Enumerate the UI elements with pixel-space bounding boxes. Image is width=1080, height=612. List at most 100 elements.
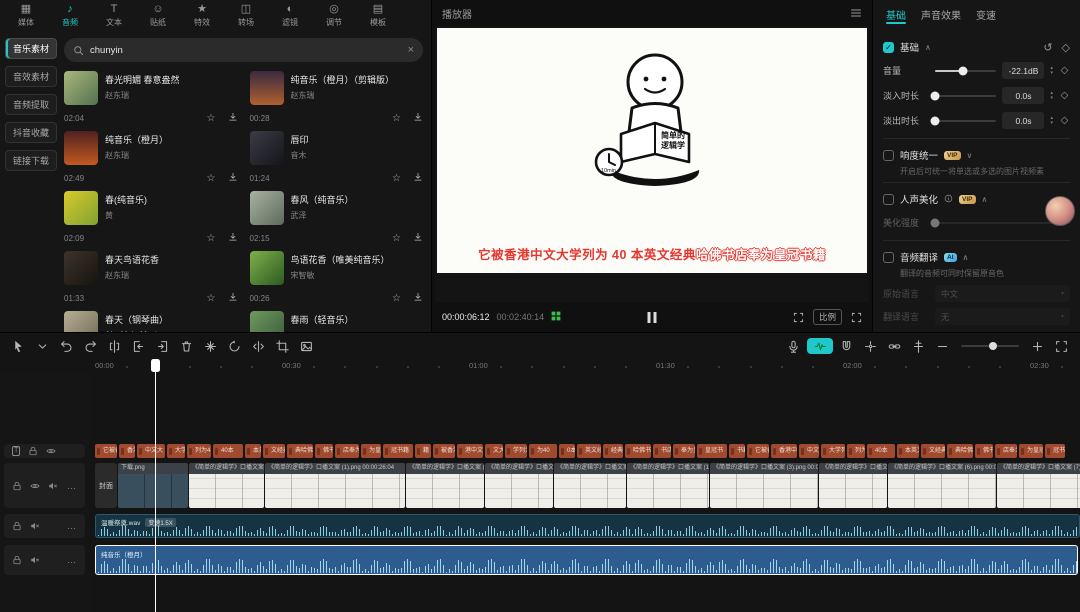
select-caret-icon[interactable] — [32, 336, 53, 356]
subtitle-clip[interactable]: 本英文 — [897, 444, 919, 458]
more-icon[interactable]: … — [67, 521, 77, 531]
mute-icon[interactable] — [48, 481, 58, 491]
fade-in-value[interactable]: 0.0s — [1002, 87, 1044, 104]
preview-axis-icon[interactable] — [908, 336, 929, 356]
subtitle-clip[interactable]: 典哈佛 — [287, 444, 313, 458]
download-icon[interactable] — [228, 172, 238, 185]
audio-visualize-icon[interactable] — [807, 338, 833, 354]
top-tab-adjust[interactable]: ◎ 调节 — [312, 0, 356, 30]
subtitle-clip[interactable]: 店奉为 — [995, 444, 1017, 458]
subtitle-clip[interactable]: 香港中 — [771, 444, 797, 458]
delete-right-icon[interactable] — [152, 336, 173, 356]
record-voiceover-icon[interactable] — [783, 336, 804, 356]
text-track-header[interactable]: T — [4, 444, 85, 458]
timeline-zoom-slider[interactable] — [961, 345, 1019, 347]
eye-icon[interactable] — [30, 481, 40, 491]
subtitle-clip[interactable]: 列为4 — [847, 444, 865, 458]
subtitle-clip[interactable]: 文经典 — [921, 444, 945, 458]
subtitle-clip[interactable]: 文经典 — [263, 444, 285, 458]
fit-timeline-icon[interactable] — [1051, 336, 1072, 356]
subtitle-clip[interactable]: 学列为 — [505, 444, 527, 458]
top-tab-effects[interactable]: ★ 特效 — [180, 0, 224, 30]
clear-search-icon[interactable]: × — [408, 44, 414, 56]
audio-track-header[interactable]: … — [4, 514, 85, 538]
lock-icon[interactable] — [12, 555, 22, 565]
top-tab-media[interactable]: ▦ 媒体 — [4, 0, 48, 30]
music-item[interactable]: 春雨（轻音乐） ☆ — [250, 311, 424, 332]
delete-left-icon[interactable] — [128, 336, 149, 356]
subtitle-clip[interactable]: 中文大 — [799, 444, 819, 458]
sidebar-item[interactable]: 音效素材 — [5, 66, 57, 87]
select-tool-icon[interactable] — [8, 336, 29, 356]
subtitle-clip[interactable]: 为40 — [529, 444, 557, 458]
mirror-icon[interactable] — [248, 336, 269, 356]
music-item[interactable]: 春风（纯音乐） 武泽 02:15 ☆ — [250, 191, 424, 245]
music-item[interactable]: 春天鸟语花香 赵东瑞 01:33 ☆ — [64, 251, 238, 305]
fullscreen-icon[interactable] — [851, 312, 862, 323]
subtitle-clip[interactable]: 冠书籍 — [1045, 444, 1065, 458]
user-avatar[interactable] — [1045, 196, 1075, 226]
subtitle-clip[interactable]: 本英文 — [245, 444, 261, 458]
subtitle-clip[interactable]: 大学列 — [167, 444, 185, 458]
redo-icon[interactable] — [80, 336, 101, 356]
volume-value[interactable]: -22.1dB — [1002, 62, 1044, 79]
reverse-icon[interactable] — [224, 336, 245, 356]
fade-out-slider[interactable] — [935, 120, 996, 122]
player-menu-icon[interactable] — [850, 7, 862, 19]
eye-icon[interactable] — [46, 446, 56, 456]
translate-checkbox[interactable] — [883, 252, 894, 263]
subtitle-clip[interactable]: 文大学 — [485, 444, 503, 458]
fade-in-keyframe-icon[interactable]: ◇ — [1059, 90, 1070, 101]
top-tab-template[interactable]: ▤ 模板 — [356, 0, 400, 30]
favorite-icon[interactable]: ☆ — [207, 294, 216, 304]
download-icon[interactable] — [228, 292, 238, 305]
favorite-icon[interactable]: ☆ — [392, 234, 401, 244]
ratio-button[interactable]: 比例 — [813, 309, 842, 325]
main-track-magnet-icon[interactable] — [836, 336, 857, 356]
subtitle-clip[interactable]: 经典哈 — [603, 444, 623, 458]
search-input[interactable]: chunyin × — [64, 38, 423, 62]
subtitle-clip[interactable]: 港中文 — [457, 444, 483, 458]
timeline-ruler[interactable]: 00:0000:3001:0001:3002:0002:30 — [90, 359, 1080, 373]
video-clip[interactable]: 下载.png — [118, 463, 188, 508]
download-icon[interactable] — [413, 172, 423, 185]
subtitle-clip[interactable]: 香港中 — [119, 444, 135, 458]
top-tab-filter[interactable]: ◐ 滤镜 — [268, 0, 312, 30]
subtitle-clip[interactable]: 中文大 — [137, 444, 165, 458]
video-preview[interactable]: 简单的 逻辑学 10min 它被香港中文大学列为 40 本英文经典哈佛书店奉为皇… — [437, 28, 867, 273]
video-clip[interactable]: 《简单的逻辑学》口播文案 (6).png 00:00 — [888, 463, 996, 508]
subtitle-clip[interactable]: 哈佛书 — [625, 444, 651, 458]
top-tab-sticker[interactable]: ☺ 贴纸 — [136, 0, 180, 30]
subtitle-clip[interactable]: 典哈佛 — [947, 444, 973, 458]
subtitle-clip[interactable]: 列为4 — [187, 444, 211, 458]
subtitle-clip[interactable]: 英文经 — [577, 444, 601, 458]
more-icon[interactable]: … — [67, 481, 77, 491]
video-clip[interactable]: 《简单的逻辑学》口播文案 (3).png 00:0 — [710, 463, 818, 508]
music-item[interactable]: 纯音乐（橙月） 赵东瑞 02:49 ☆ — [64, 131, 238, 185]
subtitle-clip[interactable]: 为皇冠 — [1019, 444, 1043, 458]
lock-icon[interactable] — [12, 521, 22, 531]
volume-keyframe-icon[interactable]: ◇ — [1059, 65, 1070, 76]
lock-icon[interactable] — [12, 481, 22, 491]
subtitle-clip[interactable]: 店奉为 — [335, 444, 359, 458]
cover-clip[interactable]: 封面 — [95, 463, 117, 508]
favorite-icon[interactable]: ☆ — [207, 114, 216, 124]
video-clip[interactable]: 《简单的逻辑学》口播文案 (3).png — [406, 463, 484, 508]
subtitle-clip[interactable]: 皇冠书 — [697, 444, 727, 458]
sidebar-item[interactable]: 音乐素材 — [5, 38, 57, 59]
source-language-select[interactable]: 中文▾ — [935, 285, 1070, 302]
matting-icon[interactable] — [296, 336, 317, 356]
video-clip[interactable]: 《简单的逻辑学》口播文案 — [554, 463, 626, 508]
download-icon[interactable] — [228, 112, 238, 125]
lock-icon[interactable] — [28, 446, 38, 456]
subtitle-clip[interactable]: 0本英 — [559, 444, 575, 458]
sidebar-item[interactable]: 音频提取 — [5, 94, 57, 115]
subtitle-clip[interactable]: 大学列 — [821, 444, 845, 458]
music-track-header[interactable]: … — [4, 545, 85, 575]
reset-icon[interactable]: ↺ — [1043, 41, 1052, 54]
subtitle-clip[interactable]: 佛书店 — [975, 444, 993, 458]
favorite-icon[interactable]: ☆ — [207, 174, 216, 184]
sidebar-item[interactable]: 抖音收藏 — [5, 122, 57, 143]
music-clip-selected[interactable]: 纯音乐（橙月） — [95, 545, 1078, 575]
crop-icon[interactable] — [272, 336, 293, 356]
